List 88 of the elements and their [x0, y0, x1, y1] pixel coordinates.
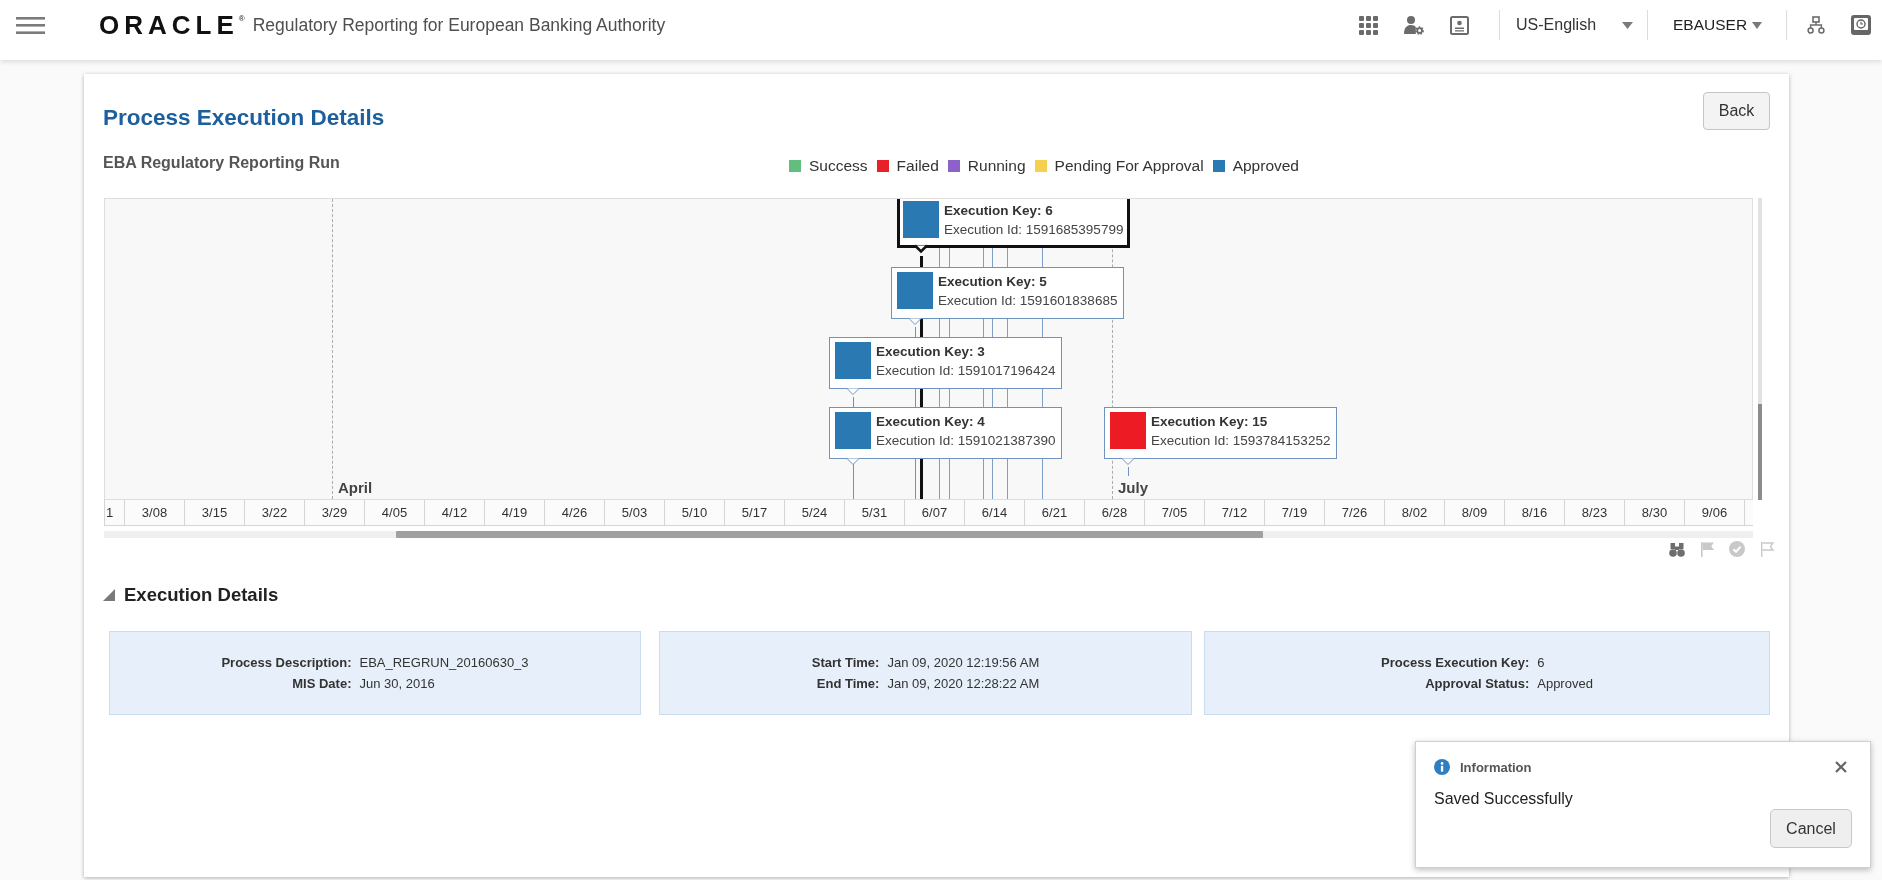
field-label: MIS Date: — [291, 675, 352, 693]
user-menu[interactable]: EBAUSER — [1673, 16, 1762, 34]
event-line — [1128, 467, 1129, 476]
apps-grid-icon[interactable] — [1359, 15, 1378, 35]
close-icon[interactable] — [1835, 761, 1847, 773]
execution-id-label: Execution Id: 1591685395799 — [944, 221, 1124, 239]
axis-date: 4/26 — [545, 500, 605, 525]
axis-date: 6/21 — [1025, 500, 1085, 525]
hierarchy-icon[interactable] — [1807, 16, 1825, 34]
field-label: Approval Status: — [1424, 675, 1530, 693]
axis-date: 4/19 — [485, 500, 545, 525]
caret-icon — [1752, 21, 1762, 29]
execution-key-label: Execution Key: 5 — [938, 273, 1048, 291]
execution-id-label: Execution Id: 1593784153252 — [1151, 432, 1331, 450]
field-label: End Time: — [815, 675, 880, 693]
axis-date: 5/17 — [725, 500, 785, 525]
axis-date: 3/15 — [185, 500, 245, 525]
execution-key-label: Execution Key: 15 — [1151, 413, 1269, 431]
pointer-notch-icon — [1122, 458, 1134, 465]
binoculars-icon[interactable] — [1669, 541, 1685, 557]
execution-key-label: Execution Key: 6 — [944, 202, 1054, 220]
axis-date: 5/03 — [605, 500, 665, 525]
legend-label: Failed — [896, 156, 939, 176]
axis-date: 6/07 — [905, 500, 965, 525]
axis-date: 8/02 — [1385, 500, 1445, 525]
contact-card-icon[interactable] — [1450, 15, 1469, 35]
info-icon — [1434, 759, 1450, 775]
axis-date: 8/16 — [1505, 500, 1565, 525]
vertical-scrollbar[interactable] — [1758, 198, 1762, 500]
language-dropdown[interactable]: US-English — [1516, 16, 1633, 34]
axis-date: 1 — [105, 500, 125, 525]
month-label: July — [1118, 479, 1148, 497]
axis-date: 8/30 — [1625, 500, 1685, 525]
axis-date: 6/14 — [965, 500, 1025, 525]
field-label: Process Description: — [221, 654, 352, 672]
pointer-notch-icon — [909, 318, 921, 325]
execution-key-label: Execution Key: 4 — [876, 413, 986, 431]
back-button[interactable]: Back — [1703, 92, 1770, 130]
axis-date: 4/05 — [365, 500, 425, 525]
axis-date: 5/10 — [665, 500, 725, 525]
legend-label: Pending For Approval — [1054, 156, 1204, 176]
legend-label: Running — [967, 156, 1026, 176]
axis-date: 8/23 — [1565, 500, 1625, 525]
legend-label: Success — [809, 156, 868, 176]
field-label: Start Time: — [811, 654, 880, 672]
axis-date: 6/28 — [1085, 500, 1145, 525]
notification-title: Information — [1460, 759, 1532, 775]
page-title: Process Execution Details — [103, 104, 385, 132]
execution-id-label: Execution Id: 1591601838685 — [938, 292, 1118, 310]
field-value: 6 — [1537, 654, 1546, 672]
execution-id-label: Execution Id: 1591017196424 — [876, 362, 1056, 380]
pointer-notch-icon — [847, 458, 859, 465]
execution-key-label: Execution Key: 3 — [876, 343, 986, 361]
pointer-notch-icon — [847, 388, 859, 395]
axis-date: 3/22 — [245, 500, 305, 525]
axis-date: 9/06 — [1685, 500, 1745, 525]
person-gear-icon[interactable] — [1404, 15, 1424, 35]
legend-label: Approved — [1232, 156, 1299, 176]
field-value: EBA_REGRUN_20160630_3 — [359, 654, 529, 672]
axis-date: 7/26 — [1325, 500, 1385, 525]
clock-icon[interactable] — [1851, 15, 1871, 35]
axis-date: 4/12 — [425, 500, 485, 525]
axis-date: 7/12 — [1205, 500, 1265, 525]
field-label: Process Execution Key: — [1381, 654, 1530, 672]
run-name: EBA Regulatory Reporting Run — [103, 153, 341, 173]
oracle-logo: ORACLE$^{®}$ — [99, 12, 245, 38]
caret-icon — [1622, 21, 1633, 29]
field-value: Jun 30, 2016 — [359, 675, 436, 693]
field-value: Jan 09, 2020 12:28:22 AM — [887, 675, 1040, 693]
field-value: Approved — [1537, 675, 1593, 693]
axis-date: 8/09 — [1445, 500, 1505, 525]
execution-id-label: Execution Id: 1591021387390 — [876, 432, 1056, 450]
axis-date: 5/31 — [845, 500, 905, 525]
axis-date: 7/19 — [1265, 500, 1325, 525]
field-value: Jan 09, 2020 12:19:56 AM — [887, 654, 1040, 672]
axis-date: 3/29 — [305, 500, 365, 525]
cancel-button[interactable]: Cancel — [1770, 809, 1852, 848]
section-title: Execution Details — [124, 584, 279, 606]
disclosure-triangle-icon[interactable] — [103, 589, 115, 601]
notification-message: Saved Successfully — [1434, 790, 1573, 807]
month-label: April — [338, 479, 373, 497]
axis-date: 7/05 — [1145, 500, 1205, 525]
axis-date: 3/08 — [125, 500, 185, 525]
menu-icon[interactable] — [16, 16, 45, 34]
pointer-notch-icon — [915, 245, 927, 252]
horizontal-scrollbar[interactable] — [104, 531, 1753, 538]
app-title: Regulatory Reporting for European Banking Authority — [252, 14, 666, 36]
axis-date: 5/24 — [785, 500, 845, 525]
